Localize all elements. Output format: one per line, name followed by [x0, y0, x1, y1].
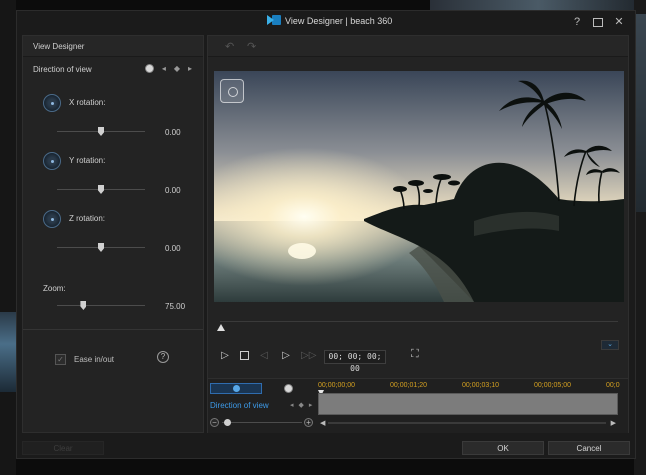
preview-scrub-bar[interactable] — [220, 321, 618, 322]
y-rotation-icon — [43, 152, 61, 170]
timeline-mode-toggle[interactable] — [210, 383, 262, 394]
add-keyframe-icon[interactable]: ◆ — [174, 64, 180, 73]
panel-divider — [23, 329, 203, 330]
timeline-zoom-slider[interactable] — [222, 422, 302, 423]
scroll-left-icon[interactable]: ◀ — [320, 419, 325, 427]
z-rotation-label: Z rotation: — [69, 214, 106, 223]
track-add-keyframe-icon[interactable]: ◆ — [299, 401, 304, 409]
help-icon[interactable]: ? — [157, 351, 169, 363]
timeline-zoom-bar: − + — [210, 417, 315, 429]
help-button[interactable]: ? — [571, 15, 583, 29]
track-keyframe-controls: ◂ ◆ ▸ — [290, 401, 312, 409]
ruler-tick: 00;00;01;20 — [390, 382, 427, 389]
preview-scrub-thumb[interactable] — [217, 324, 225, 331]
background-thumbnail-left — [0, 312, 16, 392]
ease-in-out-row[interactable]: ✓ Ease in/out — [55, 354, 114, 365]
preview-panel: ↶ ↷ ▷ ◁ ▷ ▷▷ 00; 00; 00; 00 ⛶ ⌄ 00;00;00… — [207, 35, 629, 433]
zoom-value[interactable]: 75.00 — [165, 302, 185, 311]
next-frame-icon[interactable]: ▷ — [279, 350, 293, 361]
y-rotation-label: Y rotation: — [69, 156, 106, 165]
scrollbar-track[interactable] — [328, 422, 606, 424]
keyframe-controls: ◂ ◆ ▸ — [144, 64, 192, 73]
previous-frame-icon[interactable]: ◁ — [257, 350, 271, 361]
zoom-slider-thumb[interactable] — [80, 301, 87, 310]
beach-sunset-scene — [214, 71, 624, 302]
transport-controls: ▷ ◁ ▷ ▷▷ — [218, 350, 316, 361]
track-label: Direction of view — [210, 401, 269, 410]
stop-icon[interactable] — [240, 351, 249, 360]
play-icon[interactable]: ▷ — [218, 350, 232, 361]
timecode-display[interactable]: 00; 00; 00; 00 — [324, 350, 386, 373]
pan-navigation-control[interactable] — [220, 79, 244, 103]
zoom-out-icon[interactable]: − — [210, 418, 219, 427]
clear-button[interactable]: Clear — [22, 441, 104, 455]
title-group: View Designer | beach 360 — [267, 15, 392, 26]
maximize-button[interactable] — [593, 18, 603, 27]
ruler-tick: 00;00;03;10 — [462, 382, 499, 389]
keyframe-clock-icon[interactable] — [144, 64, 154, 73]
ruler-tick: 00;00;05;00 — [534, 382, 571, 389]
title-bar: View Designer | beach 360 ? ✕ — [17, 11, 635, 35]
scroll-right-icon[interactable]: ▶ — [611, 419, 616, 427]
x-rotation-slider-thumb[interactable] — [98, 127, 104, 136]
redo-icon[interactable]: ↷ — [247, 40, 256, 53]
fullscreen-icon[interactable]: ⛶ — [411, 348, 419, 361]
window-title: View Designer | beach 360 — [285, 15, 393, 26]
window-controls: ? ✕ — [571, 15, 625, 29]
track-prev-keyframe-icon[interactable]: ◂ — [290, 401, 294, 409]
z-rotation-slider-thumb[interactable] — [98, 243, 104, 252]
undo-icon[interactable]: ↶ — [225, 40, 234, 53]
track-next-keyframe-icon[interactable]: ▸ — [309, 401, 313, 409]
collapse-timeline-icon[interactable]: ⌄ — [601, 340, 619, 350]
direction-of-view-label: Direction of view — [33, 65, 92, 74]
cancel-button[interactable]: Cancel — [548, 441, 630, 455]
ease-in-out-checkbox[interactable]: ✓ — [55, 354, 66, 365]
background-app-left — [0, 0, 16, 475]
x-rotation-value[interactable]: 0.00 — [165, 128, 181, 137]
timeline-scrollbar[interactable]: ◀ ▶ — [318, 418, 618, 428]
z-rotation-value[interactable]: 0.00 — [165, 244, 181, 253]
ok-button[interactable]: OK — [462, 441, 544, 455]
ruler-tick: 00;00;00;00 — [318, 382, 355, 389]
keyframe-timeline: 00;00;00;00 00;00;01;20 00;00;03;10 00;0… — [208, 378, 628, 433]
x-rotation-icon — [43, 94, 61, 112]
video-preview[interactable] — [214, 71, 624, 302]
panel-header: View Designer — [23, 36, 203, 57]
zoom-in-icon[interactable]: + — [304, 418, 313, 427]
view-designer-dialog: View Designer | beach 360 ? ✕ View Desig… — [16, 10, 636, 459]
z-rotation-icon — [43, 210, 61, 228]
close-button[interactable]: ✕ — [613, 15, 625, 29]
next-keyframe-icon[interactable]: ▸ — [188, 64, 192, 73]
y-rotation-value[interactable]: 0.00 — [165, 186, 181, 195]
prev-keyframe-icon[interactable]: ◂ — [162, 64, 166, 73]
fast-forward-icon[interactable]: ▷▷ — [301, 350, 316, 361]
keyframe-track[interactable] — [318, 393, 618, 415]
ruler-tick: 00;0 — [606, 382, 620, 389]
preview-toolbar: ↶ ↷ — [208, 36, 628, 57]
x-rotation-label: X rotation: — [69, 98, 106, 107]
zoom-slider[interactable] — [57, 305, 145, 306]
direction-of-view-row: Direction of view ◂ ◆ ▸ — [33, 64, 198, 74]
zoom-label: Zoom: — [43, 284, 66, 293]
ease-in-out-label: Ease in/out — [74, 355, 115, 364]
app-logo-icon — [267, 15, 281, 26]
y-rotation-slider-thumb[interactable] — [98, 185, 104, 194]
properties-panel: View Designer Direction of view ◂ ◆ ▸ X … — [22, 35, 204, 433]
timeline-clock-icon[interactable] — [284, 384, 293, 393]
timeline-zoom-thumb[interactable] — [224, 419, 231, 426]
